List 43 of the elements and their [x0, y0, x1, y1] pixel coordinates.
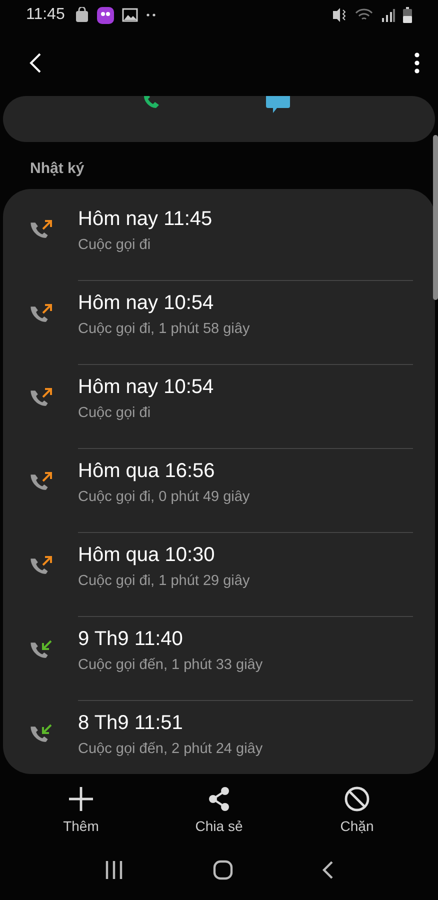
call-time: 8 Th9 11:51 — [78, 712, 184, 735]
call-log-item[interactable]: Hôm qua 10:30 Cuộc gọi đi, 1 phút 29 giây — [3, 533, 435, 617]
back-button[interactable] — [28, 52, 42, 74]
call-log-item[interactable]: Hôm nay 10:54 Cuộc gọi đi, 1 phút 58 giây — [3, 281, 435, 365]
status-time: 11:45 — [26, 6, 65, 24]
call-time: 9 Th9 11:40 — [78, 628, 184, 651]
scrollbar[interactable] — [433, 135, 438, 300]
call-detail: Cuộc gọi đi, 1 phút 29 giây — [78, 573, 251, 589]
call-detail: Cuộc gọi đến, 2 phút 24 giây — [78, 741, 264, 757]
call-time: Hôm nay 11:45 — [78, 208, 214, 231]
call-time: Hôm nay 10:54 — [78, 376, 215, 399]
more-options-button[interactable] — [414, 52, 420, 74]
nav-back-button[interactable] — [322, 860, 334, 880]
call-detail: Cuộc gọi đi, 1 phút 58 giây — [78, 321, 251, 337]
app-icon — [96, 6, 114, 24]
block-icon — [344, 786, 370, 812]
call-detail: Cuộc gọi đi — [78, 237, 152, 253]
call-log-item[interactable]: Hôm nay 10:54 Cuộc gọi đi — [3, 365, 435, 449]
message-icon[interactable] — [265, 96, 291, 114]
call-log-item[interactable]: 8 Th9 11:51 Cuộc gọi đến, 2 phút 24 giây — [3, 701, 435, 774]
image-icon — [122, 8, 138, 22]
call-time: Hôm qua 16:56 — [78, 460, 216, 483]
add-button[interactable]: Thêm — [31, 786, 131, 840]
home-button[interactable] — [212, 860, 233, 880]
call-time: Hôm nay 10:54 — [78, 292, 215, 315]
more-dots-icon — [146, 13, 156, 17]
call-log-item[interactable]: Hôm qua 16:56 Cuộc gọi đi, 0 phút 49 giây — [3, 449, 435, 533]
block-button[interactable]: Chặn — [307, 786, 407, 840]
call-detail: Cuộc gọi đến, 1 phút 33 giây — [78, 657, 264, 673]
call-time: Hôm qua 10:30 — [78, 544, 216, 567]
vibrate-icon — [331, 7, 347, 23]
wifi-icon — [355, 8, 373, 22]
call-detail: Cuộc gọi đi — [78, 405, 152, 421]
call-log-item[interactable]: Hôm nay 11:45 Cuộc gọi đi — [3, 197, 435, 281]
signal-icon — [381, 8, 395, 22]
battery-icon — [403, 7, 412, 23]
share-button[interactable]: Chia sẻ — [169, 786, 269, 840]
call-detail: Cuộc gọi đi, 0 phút 49 giây — [78, 489, 251, 505]
share-icon — [206, 786, 232, 812]
section-title: Nhật ký — [29, 159, 86, 179]
plus-icon — [68, 786, 94, 812]
call-log-item[interactable]: 9 Th9 11:40 Cuộc gọi đến, 1 phút 33 giây — [3, 617, 435, 701]
recent-apps-button[interactable] — [104, 861, 124, 879]
